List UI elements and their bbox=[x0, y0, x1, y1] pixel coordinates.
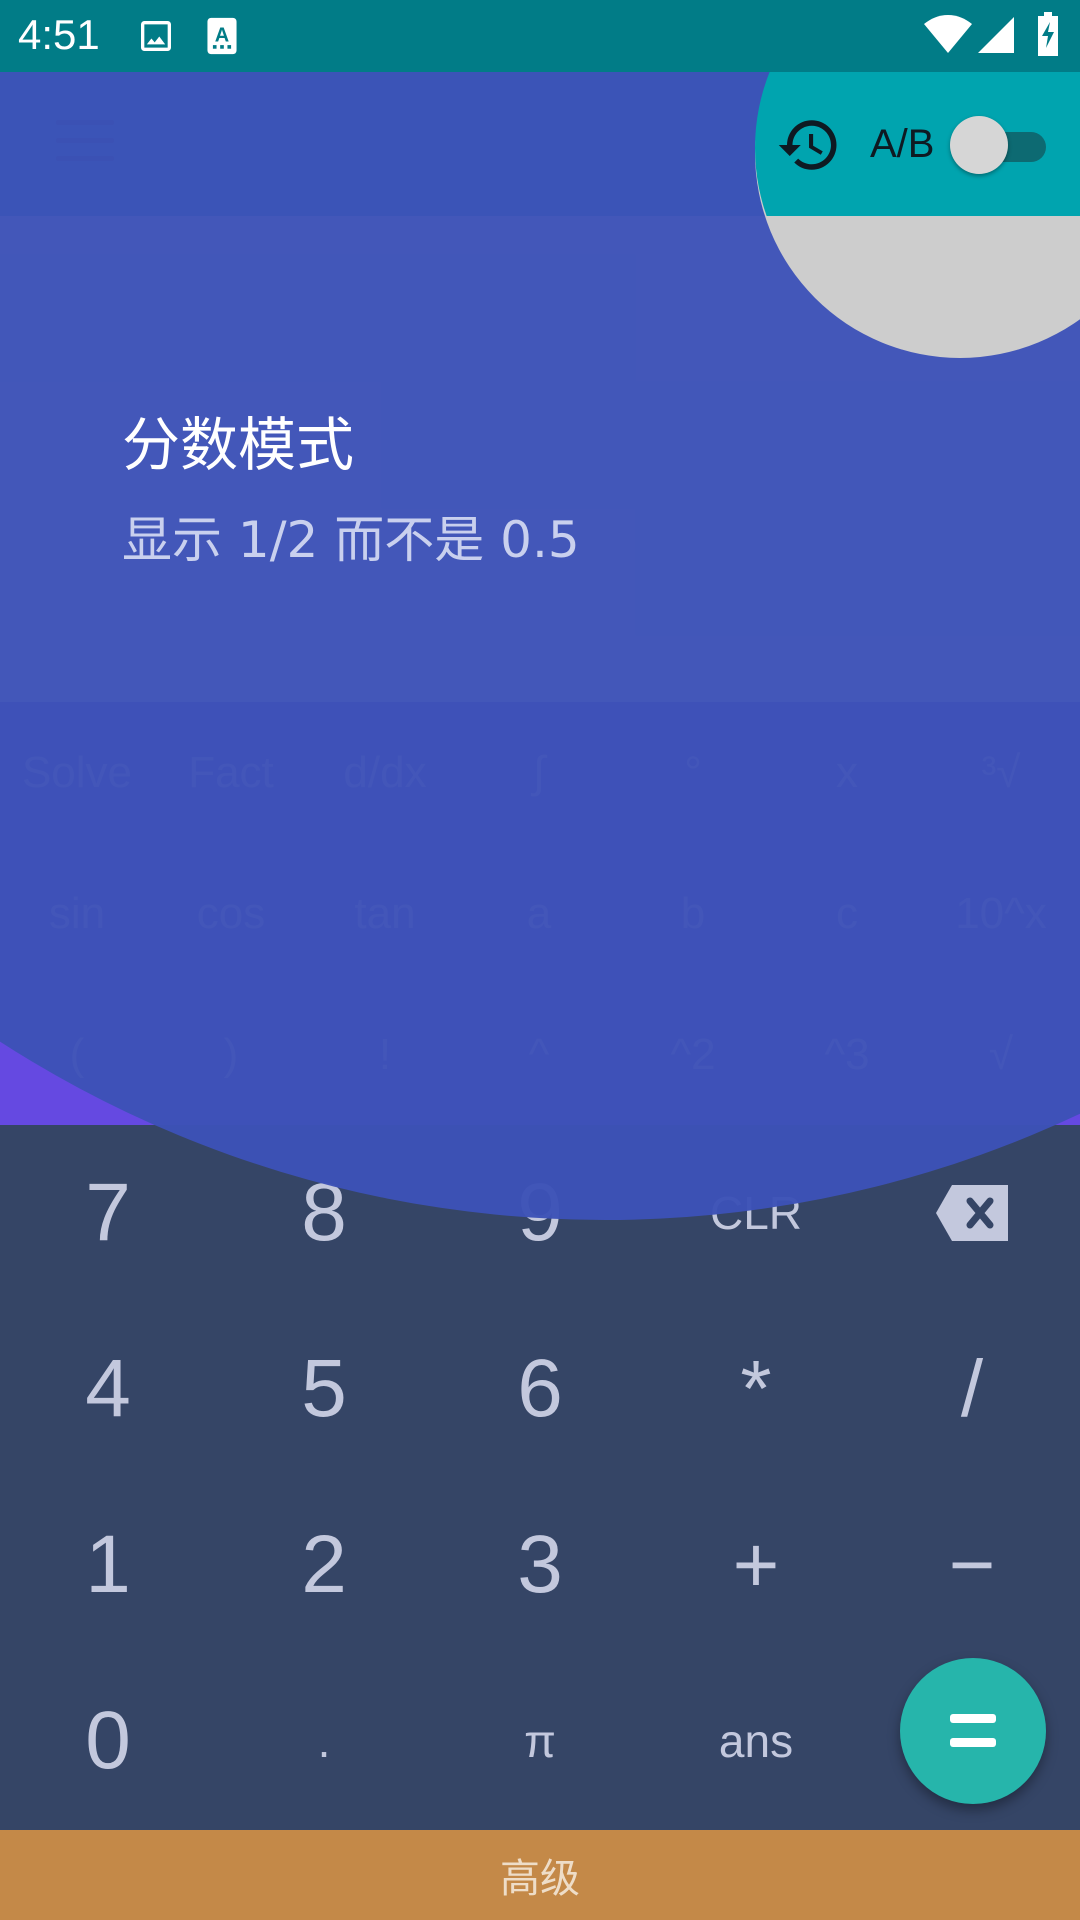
pi-key[interactable]: π bbox=[432, 1653, 648, 1829]
backspace-icon bbox=[936, 1185, 1008, 1241]
plus-key[interactable]: + bbox=[648, 1477, 864, 1653]
image-icon bbox=[136, 16, 176, 60]
equals-button[interactable] bbox=[900, 1658, 1046, 1804]
scientific-row: ( ) ! ^ ^2 ^3 √ bbox=[0, 984, 1080, 1125]
scientific-row: sin cos tan a b c 10^x bbox=[0, 843, 1080, 984]
history-icon[interactable] bbox=[776, 112, 842, 178]
hamburger-menu-icon[interactable] bbox=[56, 120, 114, 168]
divide-key[interactable]: / bbox=[864, 1301, 1080, 1477]
status-time: 4:51 bbox=[18, 11, 100, 58]
toggle-thumb bbox=[950, 116, 1008, 174]
digit-3-key[interactable]: 3 bbox=[432, 1477, 648, 1653]
variable-c-key[interactable]: c bbox=[770, 843, 924, 984]
svg-text:A: A bbox=[215, 24, 229, 46]
signal-icon bbox=[978, 16, 1014, 58]
variable-b-key[interactable]: b bbox=[616, 843, 770, 984]
cos-key[interactable]: cos bbox=[154, 843, 308, 984]
top-bar: A/B bbox=[0, 72, 1080, 216]
backspace-key[interactable] bbox=[864, 1125, 1080, 1301]
factor-key[interactable]: Fact bbox=[154, 702, 308, 843]
derivative-key[interactable]: d/dx bbox=[308, 702, 462, 843]
digit-9-key[interactable]: 9 bbox=[432, 1125, 648, 1301]
cube-key[interactable]: ^3 bbox=[770, 984, 924, 1125]
digit-8-key[interactable]: 8 bbox=[216, 1125, 432, 1301]
digit-6-key[interactable]: 6 bbox=[432, 1301, 648, 1477]
wifi-icon bbox=[924, 14, 972, 60]
tan-key[interactable]: tan bbox=[308, 843, 462, 984]
sin-key[interactable]: sin bbox=[0, 843, 154, 984]
multiply-key[interactable]: * bbox=[648, 1301, 864, 1477]
factorial-key[interactable]: ! bbox=[308, 984, 462, 1125]
close-paren-key[interactable]: ) bbox=[154, 984, 308, 1125]
digit-1-key[interactable]: 1 bbox=[0, 1477, 216, 1653]
variable-x-key[interactable]: x bbox=[770, 702, 924, 843]
advanced-panel-handle[interactable]: 高级 bbox=[0, 1830, 1080, 1920]
open-paren-key[interactable]: ( bbox=[0, 984, 154, 1125]
status-bar: 4:51 A bbox=[0, 0, 1080, 72]
result-display bbox=[0, 216, 1080, 702]
integral-key[interactable]: ∫ bbox=[462, 702, 616, 843]
answer-key[interactable]: ans bbox=[648, 1653, 864, 1829]
minus-key[interactable]: − bbox=[864, 1477, 1080, 1653]
digit-2-key[interactable]: 2 bbox=[216, 1477, 432, 1653]
scientific-row: Solve Fact d/dx ∫ ° x ³√ bbox=[0, 702, 1080, 843]
degree-key[interactable]: ° bbox=[616, 702, 770, 843]
decimal-point-key[interactable]: . bbox=[216, 1653, 432, 1829]
solve-key[interactable]: Solve bbox=[0, 702, 154, 843]
square-key[interactable]: ^2 bbox=[616, 984, 770, 1125]
digit-0-key[interactable]: 0 bbox=[0, 1653, 216, 1829]
digit-4-key[interactable]: 4 bbox=[0, 1301, 216, 1477]
clear-key[interactable]: CLR bbox=[648, 1125, 864, 1301]
digit-7-key[interactable]: 7 bbox=[0, 1125, 216, 1301]
digit-5-key[interactable]: 5 bbox=[216, 1301, 432, 1477]
square-root-key[interactable]: √ bbox=[924, 984, 1078, 1125]
text-recognition-icon: A bbox=[204, 16, 240, 60]
power-key[interactable]: ^ bbox=[462, 984, 616, 1125]
calculator-screen: 4:51 A A/B Solve Fact d/dx ∫ ° x ³√ sin … bbox=[0, 0, 1080, 1920]
scientific-panel: Solve Fact d/dx ∫ ° x ³√ sin cos tan a b… bbox=[0, 702, 1080, 1125]
fraction-mode-label: A/B bbox=[870, 122, 935, 166]
fraction-mode-toggle[interactable] bbox=[950, 116, 1046, 174]
cube-root-key[interactable]: ³√ bbox=[924, 702, 1078, 843]
battery-charging-icon bbox=[1036, 12, 1060, 60]
ten-power-key[interactable]: 10^x bbox=[924, 843, 1078, 984]
variable-a-key[interactable]: a bbox=[462, 843, 616, 984]
